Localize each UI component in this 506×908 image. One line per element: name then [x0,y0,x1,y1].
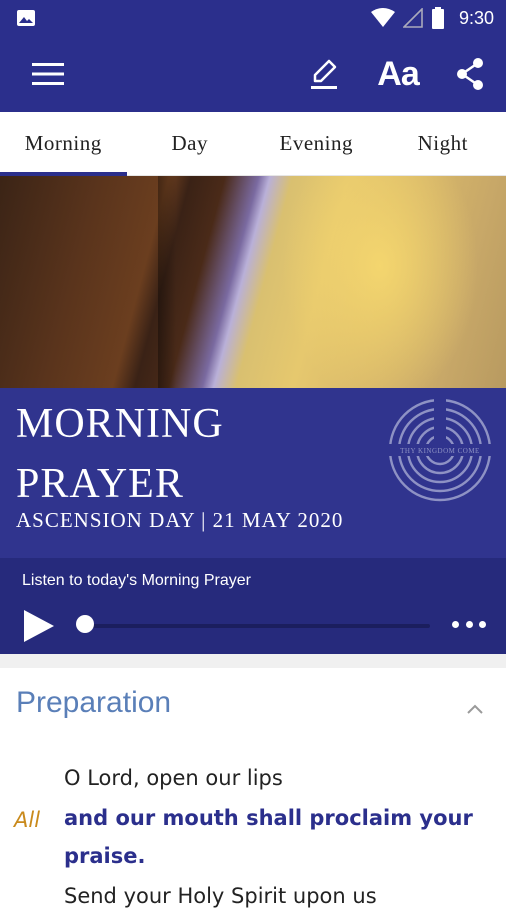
tab-morning[interactable]: Morning [0,112,127,175]
font-size-label: Aa [377,55,418,94]
font-size-button[interactable]: Aa [372,54,424,94]
progress-knob[interactable] [76,615,94,633]
tab-day[interactable]: Day [127,112,254,175]
time-of-day-tabs: Morning Day Evening Night [0,112,506,176]
more-options-button[interactable] [452,614,486,634]
prayer-content: Preparation O Lord, open our lips All an… [0,668,506,900]
cell-signal-icon [403,8,423,28]
share-button[interactable] [450,54,490,94]
image-notification-icon [16,9,36,27]
more-dot-icon [479,621,486,628]
hero-shadow [158,176,176,388]
logo-text: THY KINGDOM COME [400,447,480,455]
chevron-up-icon[interactable] [464,698,486,720]
more-dot-icon [452,621,459,628]
response-text: and our mouth shall proclaim your praise… [64,799,484,875]
play-icon[interactable] [22,608,56,644]
status-bar: 9:30 [0,0,506,36]
share-icon [454,57,486,91]
more-dot-icon [466,621,473,628]
response-line2: praise. [64,837,484,875]
section-divider [0,654,506,668]
versicle-text: O Lord, open our lips [64,766,283,790]
all-label: All [14,808,40,832]
app-bar: Aa [0,36,506,112]
page-title: MORNING PRAYER [16,394,224,514]
progress-track[interactable] [80,624,430,628]
listen-label: Listen to today's Morning Prayer [22,572,251,590]
section-title-preparation[interactable]: Preparation [16,686,171,720]
title-banner: MORNING PRAYER ASCENSION DAY | 21 MAY 20… [0,388,506,558]
thy-kingdom-come-logo: THY KINGDOM COME [388,398,492,502]
menu-button[interactable] [28,54,68,94]
wifi-icon [371,8,395,28]
status-time: 9:30 [459,8,494,29]
date-subtitle: ASCENSION DAY | 21 MAY 2020 [16,508,343,533]
tab-evening[interactable]: Evening [253,112,380,175]
versicle-text-2: Send your Holy Spirit upon us [64,884,377,908]
edit-button[interactable] [304,54,344,94]
page-title-line2: PRAYER [16,454,224,514]
tab-night[interactable]: Night [380,112,506,175]
hamburger-menu-icon [30,60,66,88]
page-title-line1: MORNING [16,394,224,454]
response-line1: and our mouth shall proclaim your [64,799,484,837]
pencil-icon [307,57,341,91]
audio-player: Listen to today's Morning Prayer [0,558,506,654]
battery-icon [431,7,445,29]
hero-image [0,176,506,388]
